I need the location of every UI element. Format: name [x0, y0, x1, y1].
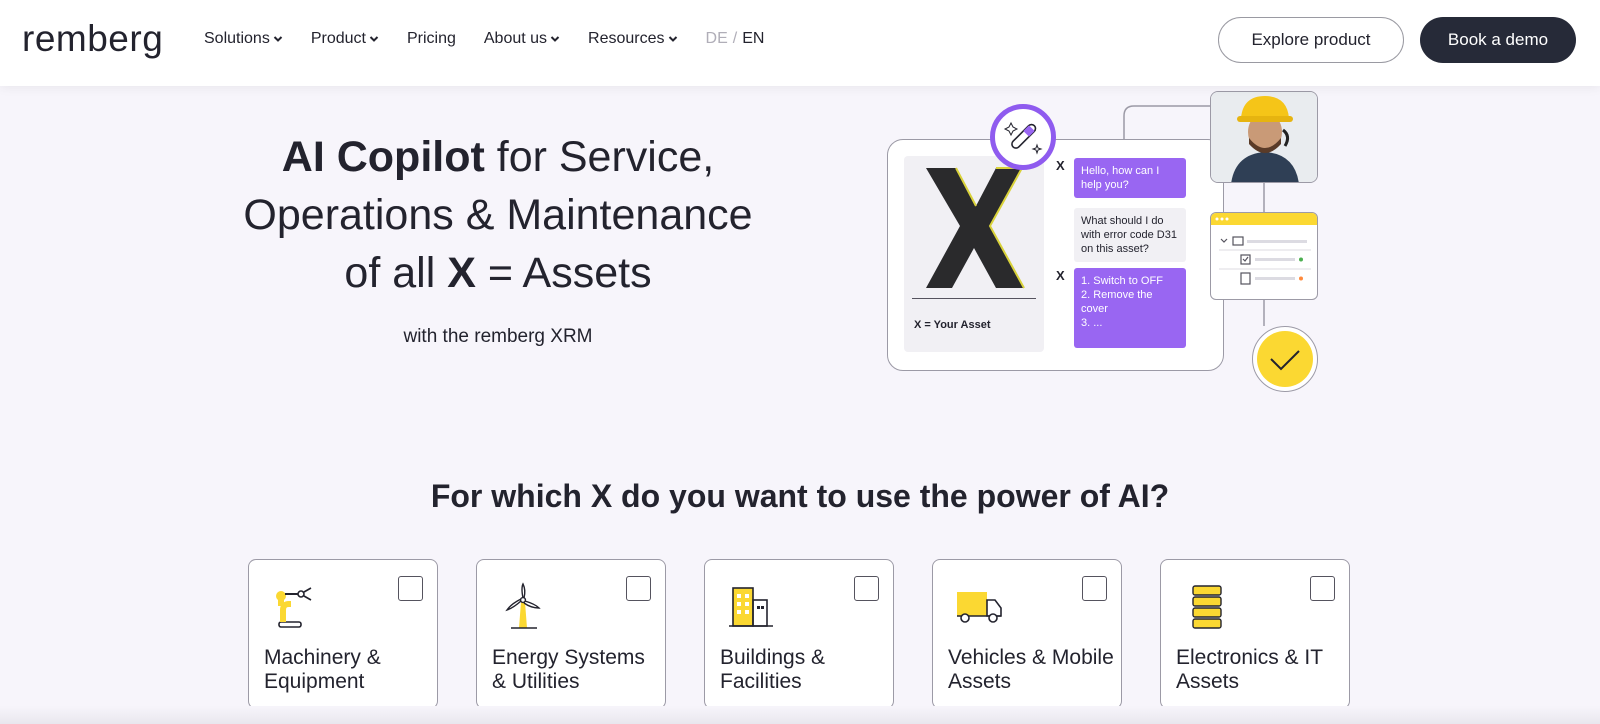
question-bold: X — [590, 478, 613, 514]
nav-item-pricing[interactable]: Pricing — [407, 30, 456, 48]
card-checkbox[interactable] — [1082, 576, 1107, 601]
file-tree-icon — [1215, 217, 1311, 285]
chat-bubble-question: What should I do with error code D31 on … — [1074, 208, 1186, 262]
answer-line: 1. Switch to OFF — [1081, 275, 1163, 287]
card-checkbox[interactable] — [1310, 576, 1335, 601]
truck-icon — [957, 592, 1002, 623]
card-label: Electronics & IT Assets — [1176, 646, 1323, 693]
hero-title-part: for Service, — [484, 133, 715, 181]
lang-en-link[interactable]: EN — [742, 30, 764, 48]
card-vehicles[interactable]: Vehicles & Mobile Assets — [932, 559, 1122, 709]
card-label: Vehicles & Mobile Assets — [948, 646, 1114, 693]
chevron-down-icon — [369, 36, 379, 42]
card-label: Machinery & Equipment — [264, 646, 381, 693]
checkmark-icon — [1270, 350, 1300, 371]
card-label: Energy Systems & Utilities — [492, 646, 645, 693]
hero-title: AI Copilot for Service, Operations & Mai… — [180, 128, 816, 302]
success-badge — [1252, 326, 1318, 392]
book-demo-button[interactable]: Book a demo — [1420, 17, 1576, 63]
nav-item-label: Pricing — [406, 30, 456, 47]
asset-label: X = Your Asset — [914, 319, 991, 331]
copilot-chat-card: X = Your Asset X Hello, how can I help y… — [887, 139, 1224, 371]
hero-title-part: of all — [344, 249, 448, 297]
asset-question-heading: For which X do you want to use the power… — [0, 478, 1600, 515]
magic-wand-icon — [1003, 121, 1043, 155]
answer-line: 2. Remove the cover — [1081, 289, 1153, 315]
wind-turbine-icon — [505, 582, 541, 629]
chat-bubble-answer: 1. Switch to OFF 2. Remove the cover 3. … — [1074, 268, 1186, 348]
hero-title-part: = Assets — [475, 249, 652, 297]
magic-wand-badge — [990, 104, 1056, 170]
nav-item-product[interactable]: Product — [311, 30, 379, 48]
nav-item-solutions[interactable]: Solutions — [204, 30, 283, 48]
question-bold: AI — [1117, 478, 1150, 514]
answer-line: 3. ... — [1081, 317, 1103, 329]
explore-product-button[interactable]: Explore product — [1218, 17, 1404, 63]
hero-title-bold: X — [447, 249, 476, 297]
lang-separator: / — [732, 30, 738, 47]
chat-bubble-greeting: Hello, how can I help you? — [1074, 158, 1186, 198]
card-energy[interactable]: Energy Systems & Utilities — [476, 559, 666, 709]
ai-marker: X — [1056, 268, 1065, 283]
nav-item-label: About us — [483, 30, 548, 47]
main-menu: Solutions Product Pricing About us Resou… — [204, 30, 764, 48]
bottom-shadow — [0, 706, 1600, 724]
card-buildings[interactable]: Buildings & Facilities — [704, 559, 894, 709]
card-checkbox[interactable] — [398, 576, 423, 601]
ai-marker: X — [1056, 158, 1065, 173]
asset-preview: X = Your Asset — [904, 156, 1044, 352]
asset-x-letter — [926, 167, 1025, 289]
chevron-down-icon — [550, 36, 560, 42]
question-part: For which — [430, 478, 591, 514]
card-machinery[interactable]: Machinery & Equipment — [248, 559, 438, 709]
nav-item-label: Resources — [588, 30, 665, 47]
asset-category-cards: Machinery & Equipment Energy Systems & U… — [248, 559, 1350, 709]
hero-title-line-2: Operations & Maintenance — [243, 191, 753, 239]
nav-item-resources[interactable]: Resources — [588, 30, 677, 48]
robot-arm-icon — [276, 587, 312, 628]
card-electronics[interactable]: Electronics & IT Assets — [1160, 559, 1350, 709]
chevron-down-icon — [668, 36, 677, 42]
language-switcher: DE / EN — [706, 30, 765, 48]
nav-item-about-us[interactable]: About us — [484, 30, 560, 48]
hero-title-bold: AI Copilot — [281, 133, 485, 181]
divider — [912, 298, 1036, 299]
nav-item-label: Product — [310, 30, 366, 47]
server-icon — [1192, 585, 1222, 629]
hero-subtitle: with the remberg XRM — [403, 326, 593, 347]
card-label: Buildings & Facilities — [720, 646, 826, 693]
question-part: do you want to use the power of — [612, 478, 1118, 514]
lang-de-link[interactable]: DE — [706, 30, 728, 48]
buildings-icon — [729, 587, 773, 627]
card-checkbox[interactable] — [854, 576, 879, 601]
top-nav: remberg Solutions Product Pricing About … — [0, 0, 1600, 86]
technician-icon — [1211, 92, 1317, 182]
remberg-logo[interactable]: remberg — [22, 18, 163, 60]
success-badge-fill — [1257, 331, 1313, 387]
question-part: ? — [1149, 478, 1170, 514]
chevron-down-icon — [273, 36, 283, 42]
technician-avatar — [1210, 91, 1318, 183]
card-checkbox[interactable] — [626, 576, 651, 601]
nav-item-label: Solutions — [204, 30, 270, 47]
file-tree-window — [1210, 212, 1318, 300]
hero-illustration: X = Your Asset X Hello, how can I help y… — [880, 86, 1320, 406]
